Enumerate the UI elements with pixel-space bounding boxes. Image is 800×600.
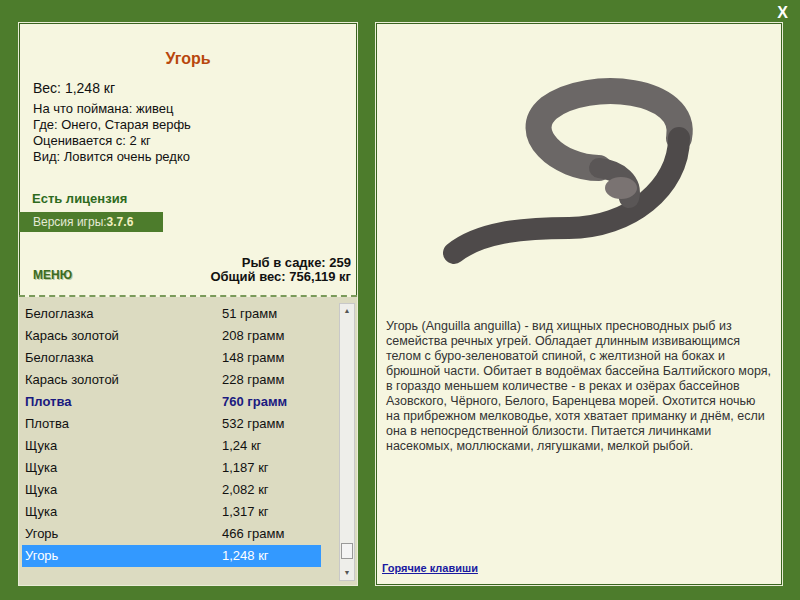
catch-weight: 1,187 кг — [222, 458, 269, 478]
catch-weight: 1,248 кг — [222, 546, 269, 566]
catch-weight: 148 грамм — [222, 348, 284, 368]
link-row: Горячие клавиши — [376, 555, 782, 585]
catch-name: Карась золотой — [22, 370, 222, 390]
scroll-track — [340, 318, 354, 566]
catch-row[interactable]: Щука1,24 кг — [22, 435, 321, 457]
catch-row[interactable]: Щука1,317 кг — [22, 501, 321, 523]
fish-detail: Оценивается с: 2 кг — [33, 133, 357, 149]
fish-card: Угорь Вес: 1,248 кг На что поймана: живецГ… — [19, 23, 357, 295]
close-button[interactable]: X — [773, 4, 792, 22]
scroll-down-button[interactable]: ▼ — [340, 566, 354, 580]
catch-name: Щука — [22, 480, 222, 500]
catch-row[interactable]: Плотва760 грамм — [22, 391, 321, 413]
fish-photo — [376, 23, 782, 313]
catch-name: Угорь — [22, 524, 222, 544]
catch-name: Угорь — [22, 546, 222, 566]
fish-details: На что поймана: живецГде: Онего, Старая … — [19, 101, 357, 165]
scrollbar[interactable]: ▲▼ — [339, 303, 355, 581]
catch-list: Белоглазка51 граммКарась золотой208 грам… — [22, 303, 321, 581]
fish-weight: Вес: 1,248 кг — [19, 79, 357, 97]
fish-description: Угорь (Anguilla anguilla) - вид хищных п… — [376, 319, 782, 454]
fish-detail: На что поймана: живец — [33, 101, 357, 117]
scroll-thumb[interactable] — [341, 543, 353, 559]
fish-title: Угорь — [19, 23, 357, 69]
fish-count: Рыб в садке: 259 — [210, 256, 351, 270]
catch-panel: Угорь Вес: 1,248 кг На что поймана: живецГ… — [18, 22, 358, 586]
catch-name: Щука — [22, 458, 222, 478]
catch-row[interactable]: Щука1,187 кг — [22, 457, 321, 479]
catch-row[interactable]: Плотва532 грамм — [22, 413, 321, 435]
menu-row: МЕНЮ Рыб в садке: 259Общий вес: 756,119 к… — [19, 256, 357, 284]
catch-row[interactable]: Карась золотой228 грамм — [22, 369, 321, 391]
version-label: Версия игры: — [33, 213, 107, 231]
catch-row[interactable]: Щука2,082 кг — [22, 479, 321, 501]
catch-weight: 228 грамм — [222, 370, 284, 390]
hotkeys-link[interactable]: Горячие клавиши — [382, 562, 478, 574]
catch-weight: 208 грамм — [222, 326, 284, 346]
fish-detail: Где: Онего, Старая верфь — [33, 117, 357, 133]
catch-name: Белоглазка — [22, 304, 222, 324]
catch-name: Плотва — [22, 392, 222, 412]
catch-list-area: Белоглазка51 граммКарась золотой208 грам… — [19, 297, 357, 585]
scroll-up-button[interactable]: ▲ — [340, 304, 354, 318]
catch-weight: 760 грамм — [222, 392, 287, 412]
version-value: 3.7.6 — [107, 213, 134, 231]
catch-name: Щука — [22, 436, 222, 456]
catch-weight: 1,317 кг — [222, 502, 269, 522]
catch-name: Плотва — [22, 414, 222, 434]
catch-weight: 2,082 кг — [222, 480, 269, 500]
catch-weight: 532 грамм — [222, 414, 284, 434]
eel-photo-icon — [439, 58, 719, 278]
catch-weight: 466 грамм — [222, 524, 284, 544]
totals: Рыб в садке: 259Общий вес: 756,119 кг — [210, 256, 351, 284]
total-weight: Общий вес: 756,119 кг — [210, 270, 351, 284]
catch-row[interactable]: Карась золотой208 грамм — [22, 325, 321, 347]
menu-button[interactable]: МЕНЮ — [33, 266, 72, 284]
catch-weight: 1,24 кг — [222, 436, 261, 456]
fish-info-window: X Угорь Вес: 1,248 кг На что поймана: живец… — [0, 0, 800, 600]
catch-name: Щука — [22, 502, 222, 522]
catch-name: Белоглазка — [22, 348, 222, 368]
license-label: Есть лицензия — [19, 191, 357, 207]
catch-weight: 51 грамм — [222, 304, 277, 324]
catch-row[interactable]: Угорь1,248 кг — [22, 545, 321, 567]
fish-detail: Вид: Ловится очень редко — [33, 149, 357, 165]
catch-row[interactable]: Белоглазка51 грамм — [22, 303, 321, 325]
catch-name: Карась золотой — [22, 326, 222, 346]
catch-row[interactable]: Белоглазка148 грамм — [22, 347, 321, 369]
catch-row[interactable]: Угорь466 грамм — [22, 523, 321, 545]
info-panel: Угорь (Anguilla anguilla) - вид хищных п… — [375, 22, 783, 586]
version-bar: Версия игры: 3.7.6 — [19, 212, 163, 232]
